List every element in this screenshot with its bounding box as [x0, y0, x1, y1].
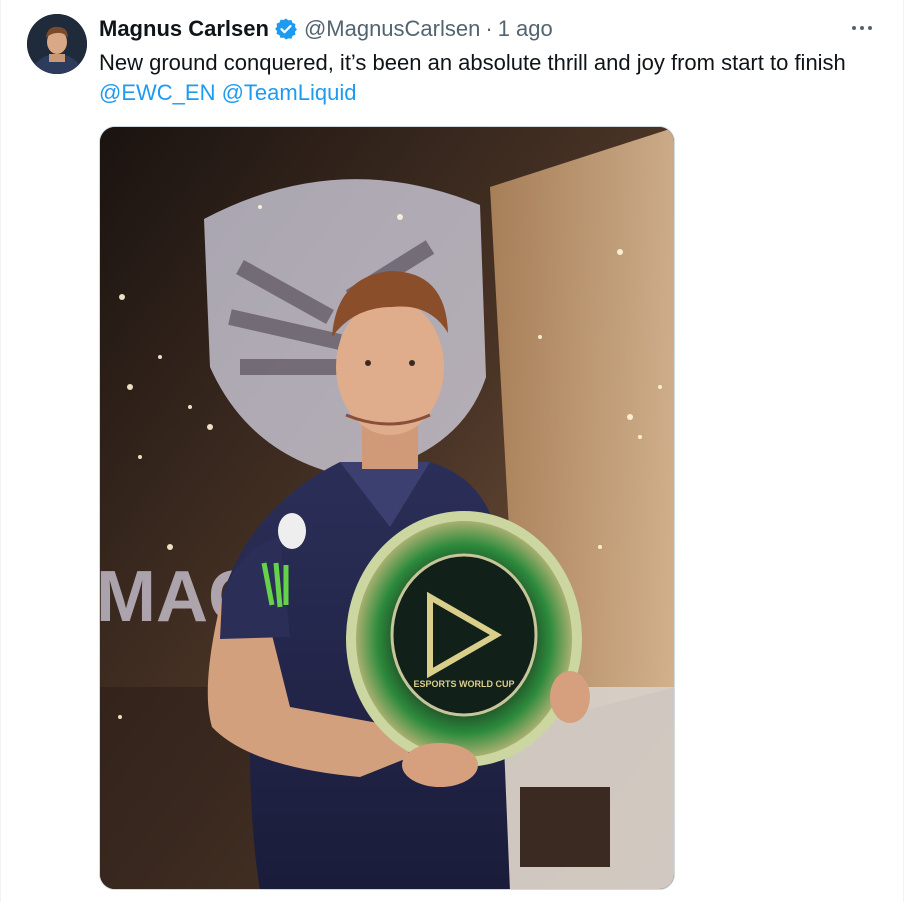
trophy: ESPORTS WORLD CUP: [346, 511, 582, 767]
author-avatar[interactable]: [27, 14, 87, 74]
mention-link-teamliquid[interactable]: @TeamLiquid: [222, 80, 357, 105]
tweet-header: Magnus Carlsen @MagnusCarlsen · 1 ago: [99, 14, 553, 44]
trophy-celebration-photo: MAGN ESPORTS WORLD CUP: [100, 127, 674, 889]
tweet-timestamp[interactable]: 1 ago: [498, 16, 553, 42]
mention-link-ewc[interactable]: @EWC_EN: [99, 80, 215, 105]
avatar-photo-icon: [27, 14, 87, 74]
verified-badge-icon: [274, 17, 298, 41]
tweet-card[interactable]: Magnus Carlsen @MagnusCarlsen · 1 ago Ne…: [0, 0, 904, 902]
more-options-button[interactable]: [847, 14, 877, 42]
author-handle[interactable]: @MagnusCarlsen: [304, 16, 480, 42]
header-separator: ·: [485, 16, 493, 41]
tweet-text: New ground conquered, it’s been an absol…: [99, 48, 879, 108]
author-display-name[interactable]: Magnus Carlsen: [99, 16, 269, 42]
trophy-text: ESPORTS WORLD CUP: [413, 679, 514, 689]
tweet-photo[interactable]: MAGN ESPORTS WORLD CUP: [99, 126, 675, 890]
tweet-body-text: New ground conquered, it’s been an absol…: [99, 50, 846, 75]
more-horizontal-icon: [852, 26, 872, 30]
